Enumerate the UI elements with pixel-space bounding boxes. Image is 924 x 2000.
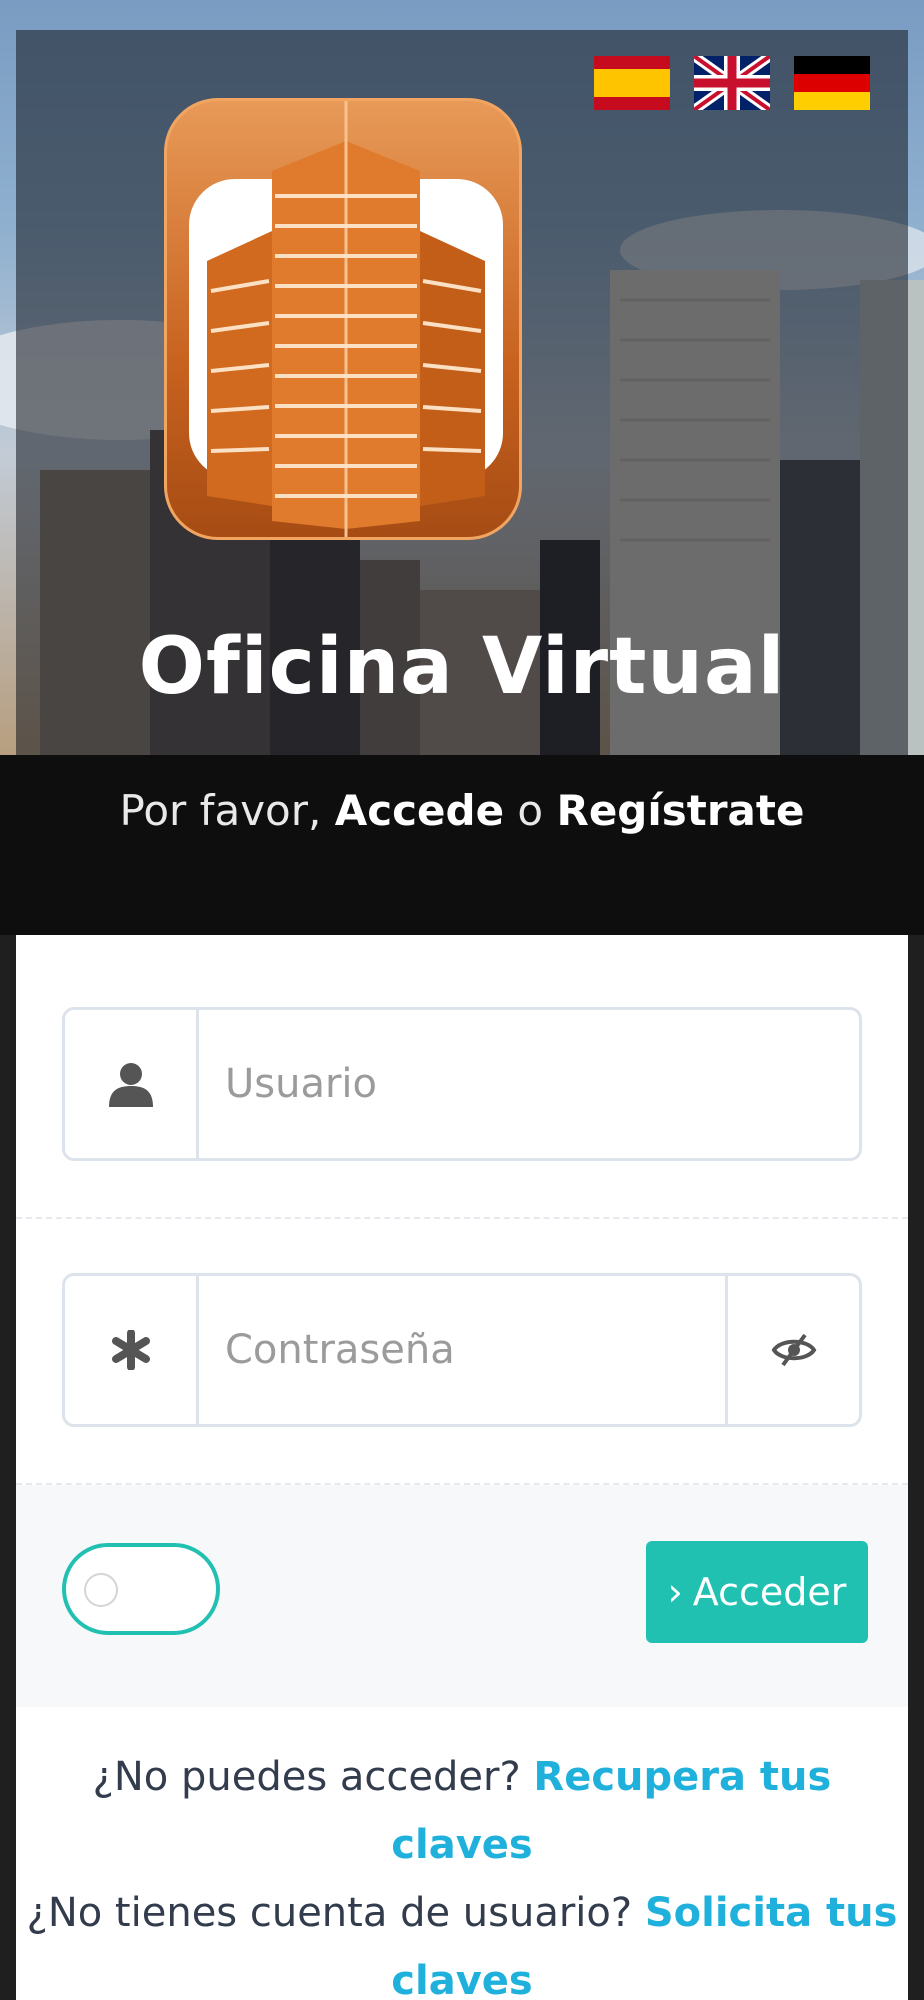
username-addon — [65, 1010, 199, 1158]
login-button-label: Acceder — [692, 1570, 847, 1614]
asterisk-icon — [111, 1330, 150, 1370]
language-selector — [594, 56, 870, 110]
remember-me-toggle[interactable] — [62, 1543, 220, 1635]
user-icon — [108, 1063, 153, 1107]
password-addon — [65, 1276, 199, 1424]
auth-band — [0, 755, 924, 935]
recover-line: ¿No puedes acceder? Recupera tus claves — [16, 1743, 908, 1879]
login-button[interactable]: › Acceder — [646, 1541, 868, 1643]
building-icon — [189, 101, 503, 537]
login-form: › Acceder ¿No puedes acceder? Recupera t… — [16, 935, 908, 2000]
password-input[interactable] — [199, 1276, 725, 1424]
username-input[interactable] — [199, 1010, 859, 1158]
login-link[interactable]: Accede — [335, 786, 504, 835]
request-question: ¿No tienes cuenta de usuario? — [26, 1890, 645, 1936]
auth-prompt-prefix: Por favor, — [119, 786, 335, 835]
auth-prompt: Por favor, Accede o Regístrate — [0, 786, 924, 835]
toggle-password-visibility[interactable] — [725, 1276, 859, 1424]
app-logo — [164, 98, 522, 540]
help-links: ¿No puedes acceder? Recupera tus claves … — [16, 1743, 908, 2000]
register-link[interactable]: Regístrate — [556, 786, 804, 835]
password-field — [62, 1273, 862, 1427]
page-title: Oficina Virtual — [138, 622, 786, 712]
form-divider — [16, 1217, 908, 1219]
germany-flag-icon[interactable] — [794, 56, 870, 110]
auth-prompt-connector: o — [504, 786, 557, 835]
form-actions: › Acceder — [16, 1485, 908, 1707]
uk-flag-icon[interactable] — [694, 56, 770, 110]
chevron-right-icon: › — [667, 1570, 683, 1614]
spain-flag-icon[interactable] — [594, 56, 670, 110]
username-field — [62, 1007, 862, 1161]
eye-slash-icon — [771, 1333, 816, 1367]
recover-question: ¿No puedes acceder? — [92, 1754, 534, 1800]
request-line: ¿No tienes cuenta de usuario? Solicita t… — [16, 1879, 908, 2000]
toggle-knob — [84, 1573, 118, 1607]
